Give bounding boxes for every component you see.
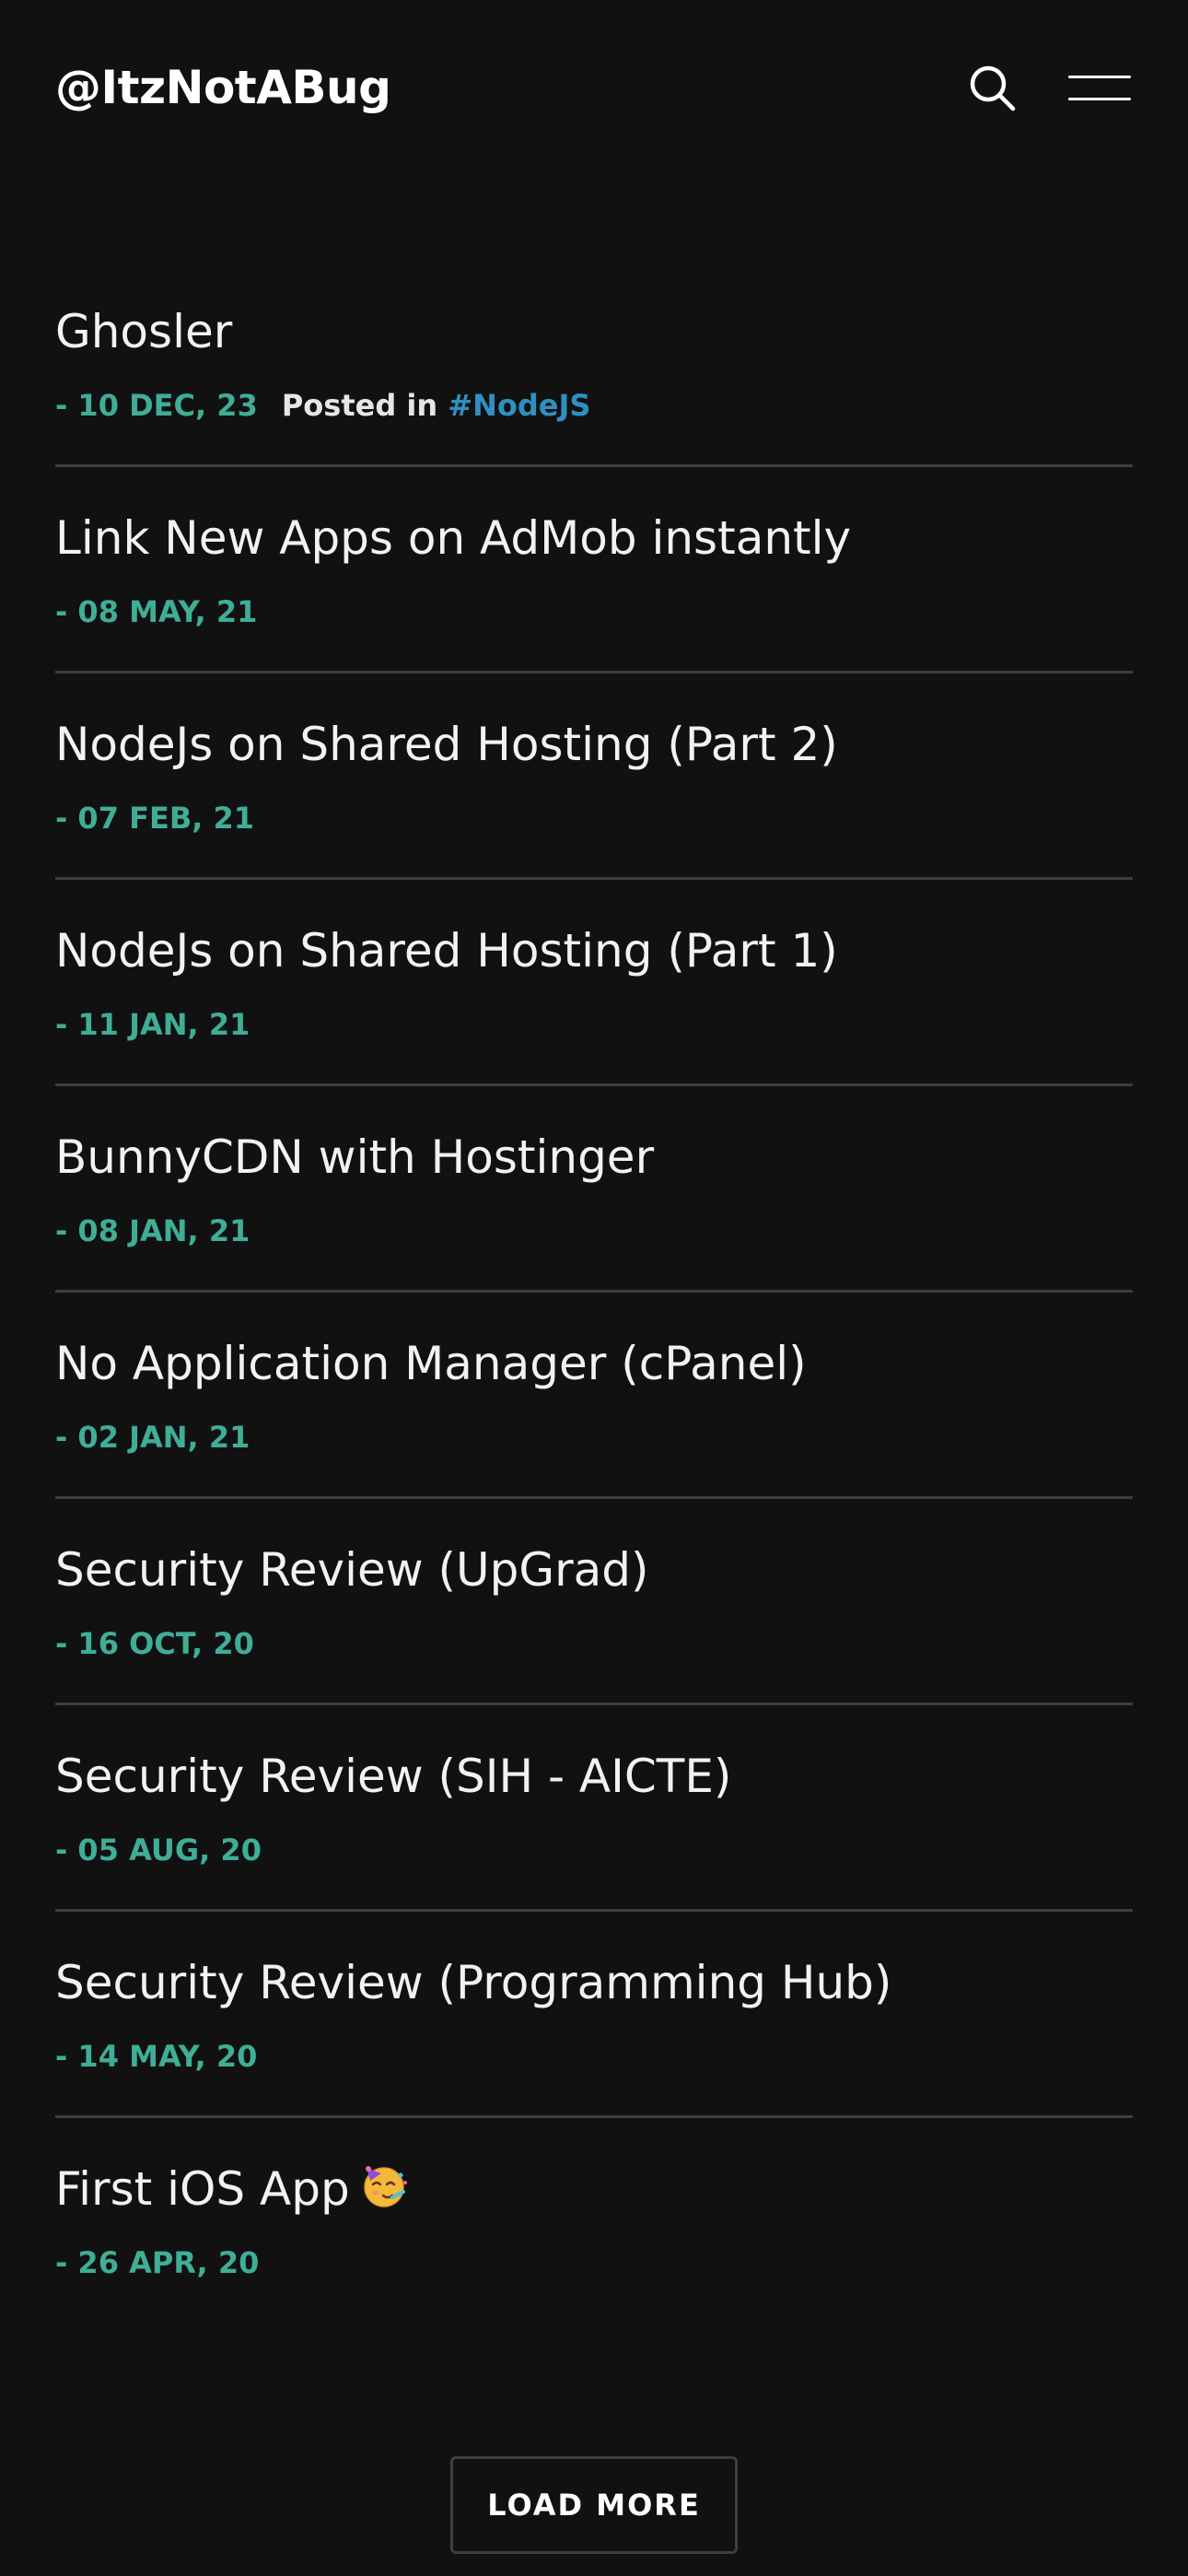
load-more-button[interactable]: LOAD MORE xyxy=(450,2456,738,2554)
post-item: NodeJs on Shared Hosting (Part 2) - 07 F… xyxy=(55,673,1133,880)
posted-in-label: Posted in xyxy=(281,388,438,423)
post-meta: - 02 JAN, 21 xyxy=(55,1419,250,1456)
post-item: Security Review (UpGrad) - 16 OCT, 20 xyxy=(55,1498,1133,1705)
post-date: - 07 FEB, 21 xyxy=(55,801,255,836)
post-date: - 16 OCT, 20 xyxy=(55,1626,254,1661)
post-tag-link[interactable]: #NodeJS xyxy=(448,388,590,423)
post-meta: - 05 AUG, 20 xyxy=(55,1832,262,1868)
post-title-link[interactable]: Security Review (SIH - AICTE) xyxy=(55,1747,731,1806)
post-title-link[interactable]: NodeJs on Shared Hosting (Part 2) xyxy=(55,715,838,774)
post-item: No Application Manager (cPanel) - 02 JAN… xyxy=(55,1292,1133,1499)
hamburger-menu-icon[interactable] xyxy=(1065,72,1135,105)
partying-face-emoji-icon xyxy=(359,2160,409,2224)
post-meta: - 16 OCT, 20 xyxy=(55,1625,254,1662)
post-title-link[interactable]: Security Review (Programming Hub) xyxy=(55,1953,891,2012)
post-meta: - 08 MAY, 21 xyxy=(55,593,257,630)
post-list: Ghosler - 10 DEC, 23 Posted in #NodeJS Li… xyxy=(55,260,1133,2324)
post-item: Ghosler - 10 DEC, 23 Posted in #NodeJS xyxy=(55,260,1133,467)
post-title-link[interactable]: BunnyCDN with Hostinger xyxy=(55,1128,654,1187)
post-date: - 02 JAN, 21 xyxy=(55,1420,250,1455)
post-meta: - 08 JAN, 21 xyxy=(55,1212,250,1249)
post-date: - 05 AUG, 20 xyxy=(55,1832,262,1868)
post-item: Security Review (Programming Hub) - 14 M… xyxy=(55,1911,1133,2118)
post-item: Security Review (SIH - AICTE) - 05 AUG, … xyxy=(55,1704,1133,1912)
post-date: - 10 DEC, 23 xyxy=(55,388,258,423)
post-item: First iOS App - 26 APR, 20 xyxy=(55,2117,1133,2324)
search-icon[interactable] xyxy=(965,61,1020,116)
post-meta: - 14 MAY, 20 xyxy=(55,2038,257,2075)
post-date: - 26 APR, 20 xyxy=(55,2245,260,2280)
post-date: - 14 MAY, 20 xyxy=(55,2039,258,2074)
post-date: - 11 JAN, 21 xyxy=(55,1007,250,1042)
post-title-link[interactable]: Link New Apps on AdMob instantly xyxy=(55,509,851,568)
post-title-link[interactable]: Security Review (UpGrad) xyxy=(55,1540,649,1599)
post-title-link[interactable]: No Application Manager (cPanel) xyxy=(55,1334,807,1393)
post-meta: - 07 FEB, 21 xyxy=(55,800,254,837)
post-title-link[interactable]: NodeJs on Shared Hosting (Part 1) xyxy=(55,921,838,980)
site-header: @ItzNotABug xyxy=(0,0,1188,175)
post-meta: - 11 JAN, 21 xyxy=(55,1006,250,1043)
post-item: BunnyCDN with Hostinger - 08 JAN, 21 xyxy=(55,1085,1133,1293)
site-title[interactable]: @ItzNotABug xyxy=(55,57,391,118)
post-title-link[interactable]: Ghosler xyxy=(55,302,232,361)
post-item: Link New Apps on AdMob instantly - 08 MA… xyxy=(55,466,1133,673)
post-meta: - 26 APR, 20 xyxy=(55,2244,259,2281)
post-item: NodeJs on Shared Hosting (Part 1) - 11 J… xyxy=(55,879,1133,1086)
post-title-link[interactable]: First iOS App xyxy=(55,2162,350,2216)
post-title-row[interactable]: First iOS App xyxy=(55,2160,409,2224)
post-date: - 08 JAN, 21 xyxy=(55,1213,250,1248)
post-date: - 08 MAY, 21 xyxy=(55,594,258,629)
post-meta: - 10 DEC, 23 Posted in #NodeJS xyxy=(55,387,590,424)
